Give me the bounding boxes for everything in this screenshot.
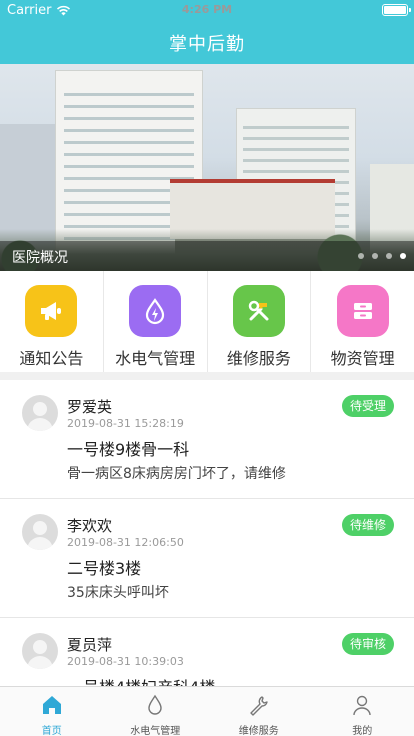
request-time: 2019-08-31 12:06:50 (67, 536, 184, 549)
tab-home-label: 首页 (41, 726, 62, 736)
menu-repair-label: 维修服务 (226, 349, 291, 368)
carousel-dot[interactable] (358, 253, 364, 259)
tab-repair[interactable]: 维修服务 (207, 687, 311, 736)
request-time: 2019-08-31 15:28:19 (67, 417, 184, 430)
status-bar: Carrier 4:26 PM (0, 0, 414, 20)
tab-home[interactable]: 首页 (0, 687, 104, 736)
request-card[interactable]: 罗爱英 2019-08-31 15:28:19 待受理 一号楼9楼骨一科 骨一病… (0, 380, 414, 499)
menu-notice[interactable]: 通知公告 (0, 271, 104, 372)
request-card[interactable]: 李欢欢 2019-08-31 12:06:50 待维修 二号楼3楼 35床床头呼… (0, 499, 414, 618)
megaphone-icon (25, 285, 78, 337)
tab-utilities[interactable]: 水电气管理 (104, 687, 208, 736)
requester-name: 李欢欢 (67, 517, 113, 535)
tab-utilities-label: 水电气管理 (130, 726, 181, 736)
request-description: 35床床头呼叫坏 (67, 585, 169, 601)
header: Carrier 4:26 PM 掌中后勤 (0, 0, 414, 64)
tab-profile[interactable]: 我的 (311, 687, 414, 736)
avatar (22, 633, 58, 669)
carousel-dots (358, 253, 406, 259)
menu-supplies-label: 物资管理 (330, 349, 395, 368)
request-location: 一号楼9楼骨一科 (67, 440, 190, 459)
status-badge: 待维修 (341, 514, 394, 536)
request-location: 二号楼3楼 (67, 559, 142, 578)
request-list: 罗爱英 2019-08-31 15:28:19 待受理 一号楼9楼骨一科 骨一病… (0, 380, 414, 686)
avatar (22, 514, 58, 550)
drawer-icon (336, 285, 389, 337)
wrench-icon (250, 696, 268, 716)
request-description: 骨一病区8床病房房门坏了，请维修 (67, 466, 286, 482)
avatar (22, 395, 58, 431)
section-divider (0, 372, 414, 380)
wrench-hammer-icon (232, 285, 285, 337)
menu-utilities[interactable]: 水电气管理 (104, 271, 208, 372)
tab-bar: 首页 水电气管理 维修服务 我的 (0, 686, 414, 736)
tab-profile-label: 我的 (352, 726, 373, 736)
quick-menu: 通知公告 水电气管理 维修服务 物资管理 (0, 271, 414, 372)
clock: 4:26 PM (181, 3, 233, 16)
home-icon (42, 696, 61, 714)
water-drop-icon (129, 285, 182, 337)
menu-notice-label: 通知公告 (19, 349, 84, 368)
carousel-dot-active[interactable] (400, 253, 406, 259)
menu-supplies[interactable]: 物资管理 (311, 271, 414, 372)
status-badge: 待审核 (341, 633, 394, 655)
requester-name: 罗爱英 (67, 398, 113, 416)
carousel-dot[interactable] (372, 253, 378, 259)
app-root: Carrier 4:26 PM 掌中后勤 医院概况 通知公告 水电气管理 维修服… (0, 0, 414, 736)
banner-caption: 医院概况 (12, 250, 68, 266)
tab-repair-label: 维修服务 (238, 726, 279, 736)
status-badge: 待受理 (341, 395, 394, 417)
banner-caption-bar: 医院概况 (0, 241, 414, 271)
requester-name: 夏员萍 (67, 636, 113, 654)
page-title: 掌中后勤 (169, 34, 245, 55)
water-drop-icon (148, 694, 162, 715)
banner-carousel[interactable]: 医院概况 (0, 64, 414, 271)
carousel-dot[interactable] (386, 253, 392, 259)
request-card[interactable]: 夏员萍 2019-08-31 10:39:03 待审核 一号楼4楼妇产科4楼 (0, 618, 414, 686)
battery-icon (382, 4, 411, 16)
menu-utilities-label: 水电气管理 (115, 349, 196, 368)
person-icon (353, 695, 371, 716)
request-time: 2019-08-31 10:39:03 (67, 655, 184, 668)
request-location: 一号楼4楼妇产科4楼 (67, 674, 215, 686)
menu-repair[interactable]: 维修服务 (208, 271, 312, 372)
